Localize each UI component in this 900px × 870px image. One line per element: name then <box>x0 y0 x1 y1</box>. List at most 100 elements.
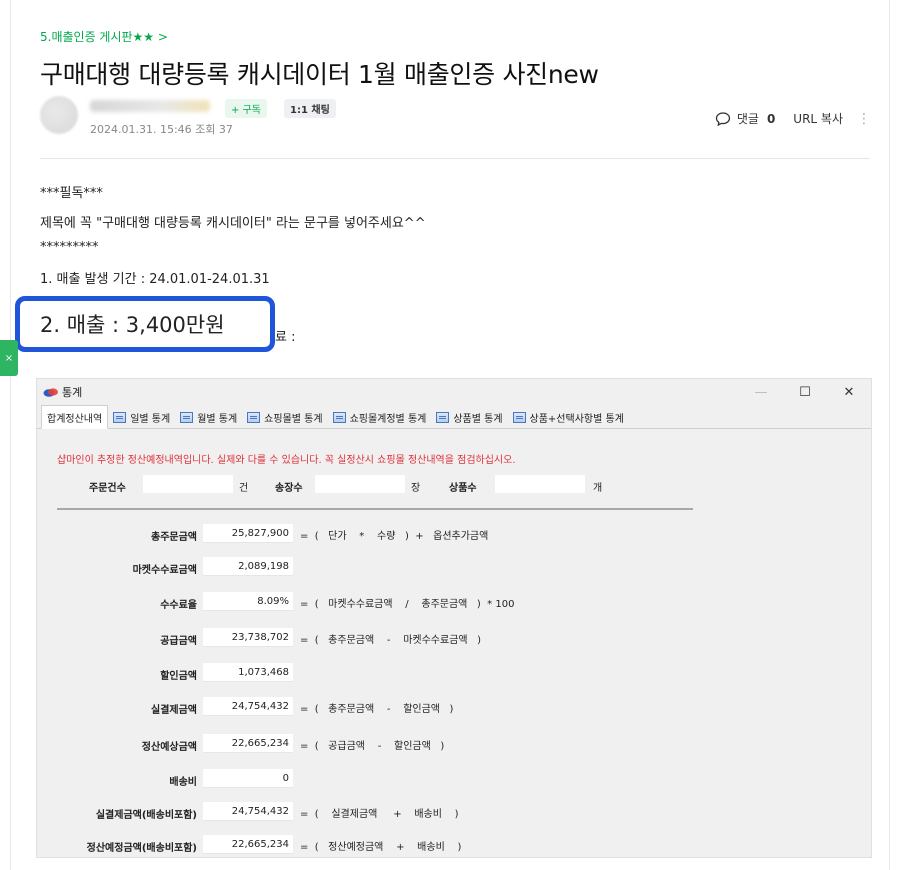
calc-value-field[interactable]: 22,665,234 <box>203 734 293 753</box>
calc-formula: = ( 총주문금액 - 마켓수수료금액 ) <box>300 635 482 646</box>
subscribe-button[interactable]: + 구독 <box>225 99 267 118</box>
calc-label: 정산예정금액(배송비포함) <box>86 843 197 854</box>
orders-count-unit: 건 <box>239 483 249 494</box>
post-date-views: 2024.01.31. 15:46 조회 37 <box>90 123 233 136</box>
comment-label[interactable]: 댓글 <box>737 110 759 127</box>
side-close-tab[interactable]: × <box>0 340 18 376</box>
invoices-count-unit: 장 <box>411 483 421 494</box>
calc-value-field[interactable]: 23,738,702 <box>203 628 293 647</box>
calc-row-fee-rate: 수수료율 8.09% = ( 마켓수수료금액 / 총주문금액 ) * 100 <box>37 592 871 612</box>
comment-icon[interactable] <box>715 111 731 127</box>
estimate-notice: 샵마인이 추정한 정산예정내역입니다. 실제와 다를 수 있습니다. 꼭 실정산… <box>57 455 516 466</box>
section-separator <box>57 508 693 510</box>
window-controls: — ☐ ✕ <box>739 379 871 405</box>
tab-by-product-option[interactable]: 상품+선택사항별 통계 <box>508 406 629 428</box>
tab-label: 상품별 통계 <box>453 413 503 425</box>
products-count-label: 상품수 <box>449 483 477 494</box>
count-row: 주문건수 건 송장수 장 상품수 개 <box>37 475 871 495</box>
invoices-count-field[interactable] <box>315 475 405 493</box>
table-icon <box>512 411 526 423</box>
calc-label: 수수료율 <box>160 600 197 611</box>
content-line: ********* <box>40 240 99 255</box>
table-icon <box>332 411 346 423</box>
calc-value-field[interactable]: 1,073,468 <box>203 663 293 682</box>
minimize-button[interactable]: — <box>739 379 783 405</box>
calc-row-expected-settlement-shipping: 정산예정금액(배송비포함) 22,665,234 = ( 정산예정금액 + 배송… <box>37 835 871 855</box>
content-line: 제목에 꼭 "구매대행 대량등록 캐시데이터" 라는 문구를 넣어주세요^^ <box>40 216 426 231</box>
calc-row-shipping: 배송비 0 <box>37 769 871 789</box>
calc-row-discount: 할인금액 1,073,468 <box>37 663 871 683</box>
invoices-count-label: 송장수 <box>275 483 303 494</box>
window-title: 통계 <box>62 386 83 399</box>
calc-row-actual-payment-shipping: 실결제금액(배송비포함) 24,754,432 = ( 실결제금액 + 배송비 … <box>37 802 871 822</box>
tab-label: 일별 통계 <box>130 413 171 425</box>
statistics-window: 통계 — ☐ ✕ 합계정산내역 일별 통계 월별 통계 쇼핑몰별 통계 쇼핑몰계… <box>36 378 872 858</box>
calc-label: 마켓수수료금액 <box>132 565 197 576</box>
app-logo-icon <box>43 388 58 397</box>
orders-count-label: 주문건수 <box>89 483 126 494</box>
header-divider <box>40 158 870 159</box>
tab-by-mall-account[interactable]: 쇼핑몰계정별 통계 <box>328 406 432 428</box>
calc-formula: = ( 실결제금액 + 배송비 ) <box>300 809 459 820</box>
tab-label: 상품+선택사항별 통계 <box>529 413 624 425</box>
orders-count-field[interactable] <box>143 475 233 493</box>
tab-label: 합계정산내역 <box>47 413 103 425</box>
window-titlebar: 통계 — ☐ ✕ <box>37 379 871 405</box>
tab-by-mall[interactable]: 쇼핑몰별 통계 <box>242 406 327 428</box>
tab-label: 쇼핑몰계정별 통계 <box>349 413 427 425</box>
post-actions: 댓글 0 URL 복사 ⋮ <box>715 110 871 127</box>
stats-tab-bar: 합계정산내역 일별 통계 월별 통계 쇼핑몰별 통계 쇼핑몰계정별 통계 상품별… <box>37 405 871 429</box>
calc-formula: = ( 공급금액 - 할인금액 ) <box>300 741 445 752</box>
calc-label: 실결제금액(배송비포함) <box>95 810 197 821</box>
calc-formula: = ( 마켓수수료금액 / 총주문금액 ) * 100 <box>300 599 515 610</box>
tab-label: 월별 통계 <box>197 413 238 425</box>
table-icon <box>436 411 450 423</box>
sales-highlight-text: 2. 매출 : 3,400만원 <box>40 313 225 337</box>
calc-value-field[interactable]: 8.09% <box>203 592 293 611</box>
table-icon <box>180 411 194 423</box>
tab-label: 쇼핑몰별 통계 <box>264 413 323 425</box>
calc-value-field[interactable]: 2,089,198 <box>203 557 293 576</box>
chat-button[interactable]: 1:1 채팅 <box>284 99 336 118</box>
tab-summary[interactable]: 합계정산내역 <box>41 405 109 429</box>
calc-row-total-order: 총주문금액 25,827,900 = ( 단가 * 수량 ) + 옵션추가금액 <box>37 524 871 544</box>
tab-daily[interactable]: 일별 통계 <box>108 406 175 428</box>
sales-highlight-box: 2. 매출 : 3,400만원 <box>15 296 275 352</box>
tab-monthly[interactable]: 월별 통계 <box>175 406 242 428</box>
close-button[interactable]: ✕ <box>827 379 871 405</box>
calc-label: 정산예상금액 <box>141 742 197 753</box>
calc-formula: = ( 총주문금액 - 할인금액 ) <box>300 704 454 715</box>
calc-formula: = ( 정산예정금액 + 배송비 ) <box>300 842 462 853</box>
author-name-blurred[interactable] <box>90 100 210 112</box>
url-copy-button[interactable]: URL 복사 <box>793 110 843 127</box>
table-icon <box>247 411 261 423</box>
calc-label: 할인금액 <box>160 671 197 682</box>
calc-label: 공급금액 <box>160 636 197 647</box>
maximize-button[interactable]: ☐ <box>783 379 827 405</box>
calc-row-market-fee: 마켓수수료금액 2,089,198 <box>37 557 871 577</box>
calc-value-field[interactable]: 25,827,900 <box>203 524 293 543</box>
calc-row-supply: 공급금액 23,738,702 = ( 총주문금액 - 마켓수수료금액 ) <box>37 628 871 648</box>
calc-row-expected-settlement: 정산예상금액 22,665,234 = ( 공급금액 - 할인금액 ) <box>37 734 871 754</box>
tab-by-product[interactable]: 상품별 통계 <box>431 406 507 428</box>
calc-value-field[interactable]: 0 <box>203 769 293 788</box>
products-count-field[interactable] <box>495 475 585 493</box>
calc-label: 실결제금액 <box>151 705 197 716</box>
more-options-icon[interactable]: ⋮ <box>857 111 871 127</box>
products-count-unit: 개 <box>593 483 603 494</box>
comment-count: 0 <box>766 111 776 126</box>
author-row: + 구독 1:1 채팅 2024.01.31. 15:46 조회 37 댓글 0… <box>40 96 871 140</box>
board-link[interactable]: 5.매출인증 게시판★★ > <box>40 28 168 45</box>
content-line: ***필독*** <box>40 186 103 201</box>
calc-formula: = ( 단가 * 수량 ) + 옵션추가금액 <box>300 531 489 542</box>
calc-value-field[interactable]: 24,754,432 <box>203 802 293 821</box>
content-line: 1. 매출 발생 기간 : 24.01.01-24.01.31 <box>40 272 270 287</box>
calc-value-field[interactable]: 22,665,234 <box>203 835 293 854</box>
summary-panel: 샵마인이 추정한 정산예정내역입니다. 실제와 다를 수 있습니다. 꼭 실정산… <box>37 429 871 857</box>
calc-value-field[interactable]: 24,754,432 <box>203 697 293 716</box>
calc-label: 배송비 <box>169 777 197 788</box>
avatar[interactable] <box>40 96 78 134</box>
table-icon <box>113 411 127 423</box>
content-line-partial: 료 : <box>275 330 296 345</box>
post-title: 구매대행 대량등록 캐시데이터 1월 매출인증 사진new <box>40 60 599 89</box>
